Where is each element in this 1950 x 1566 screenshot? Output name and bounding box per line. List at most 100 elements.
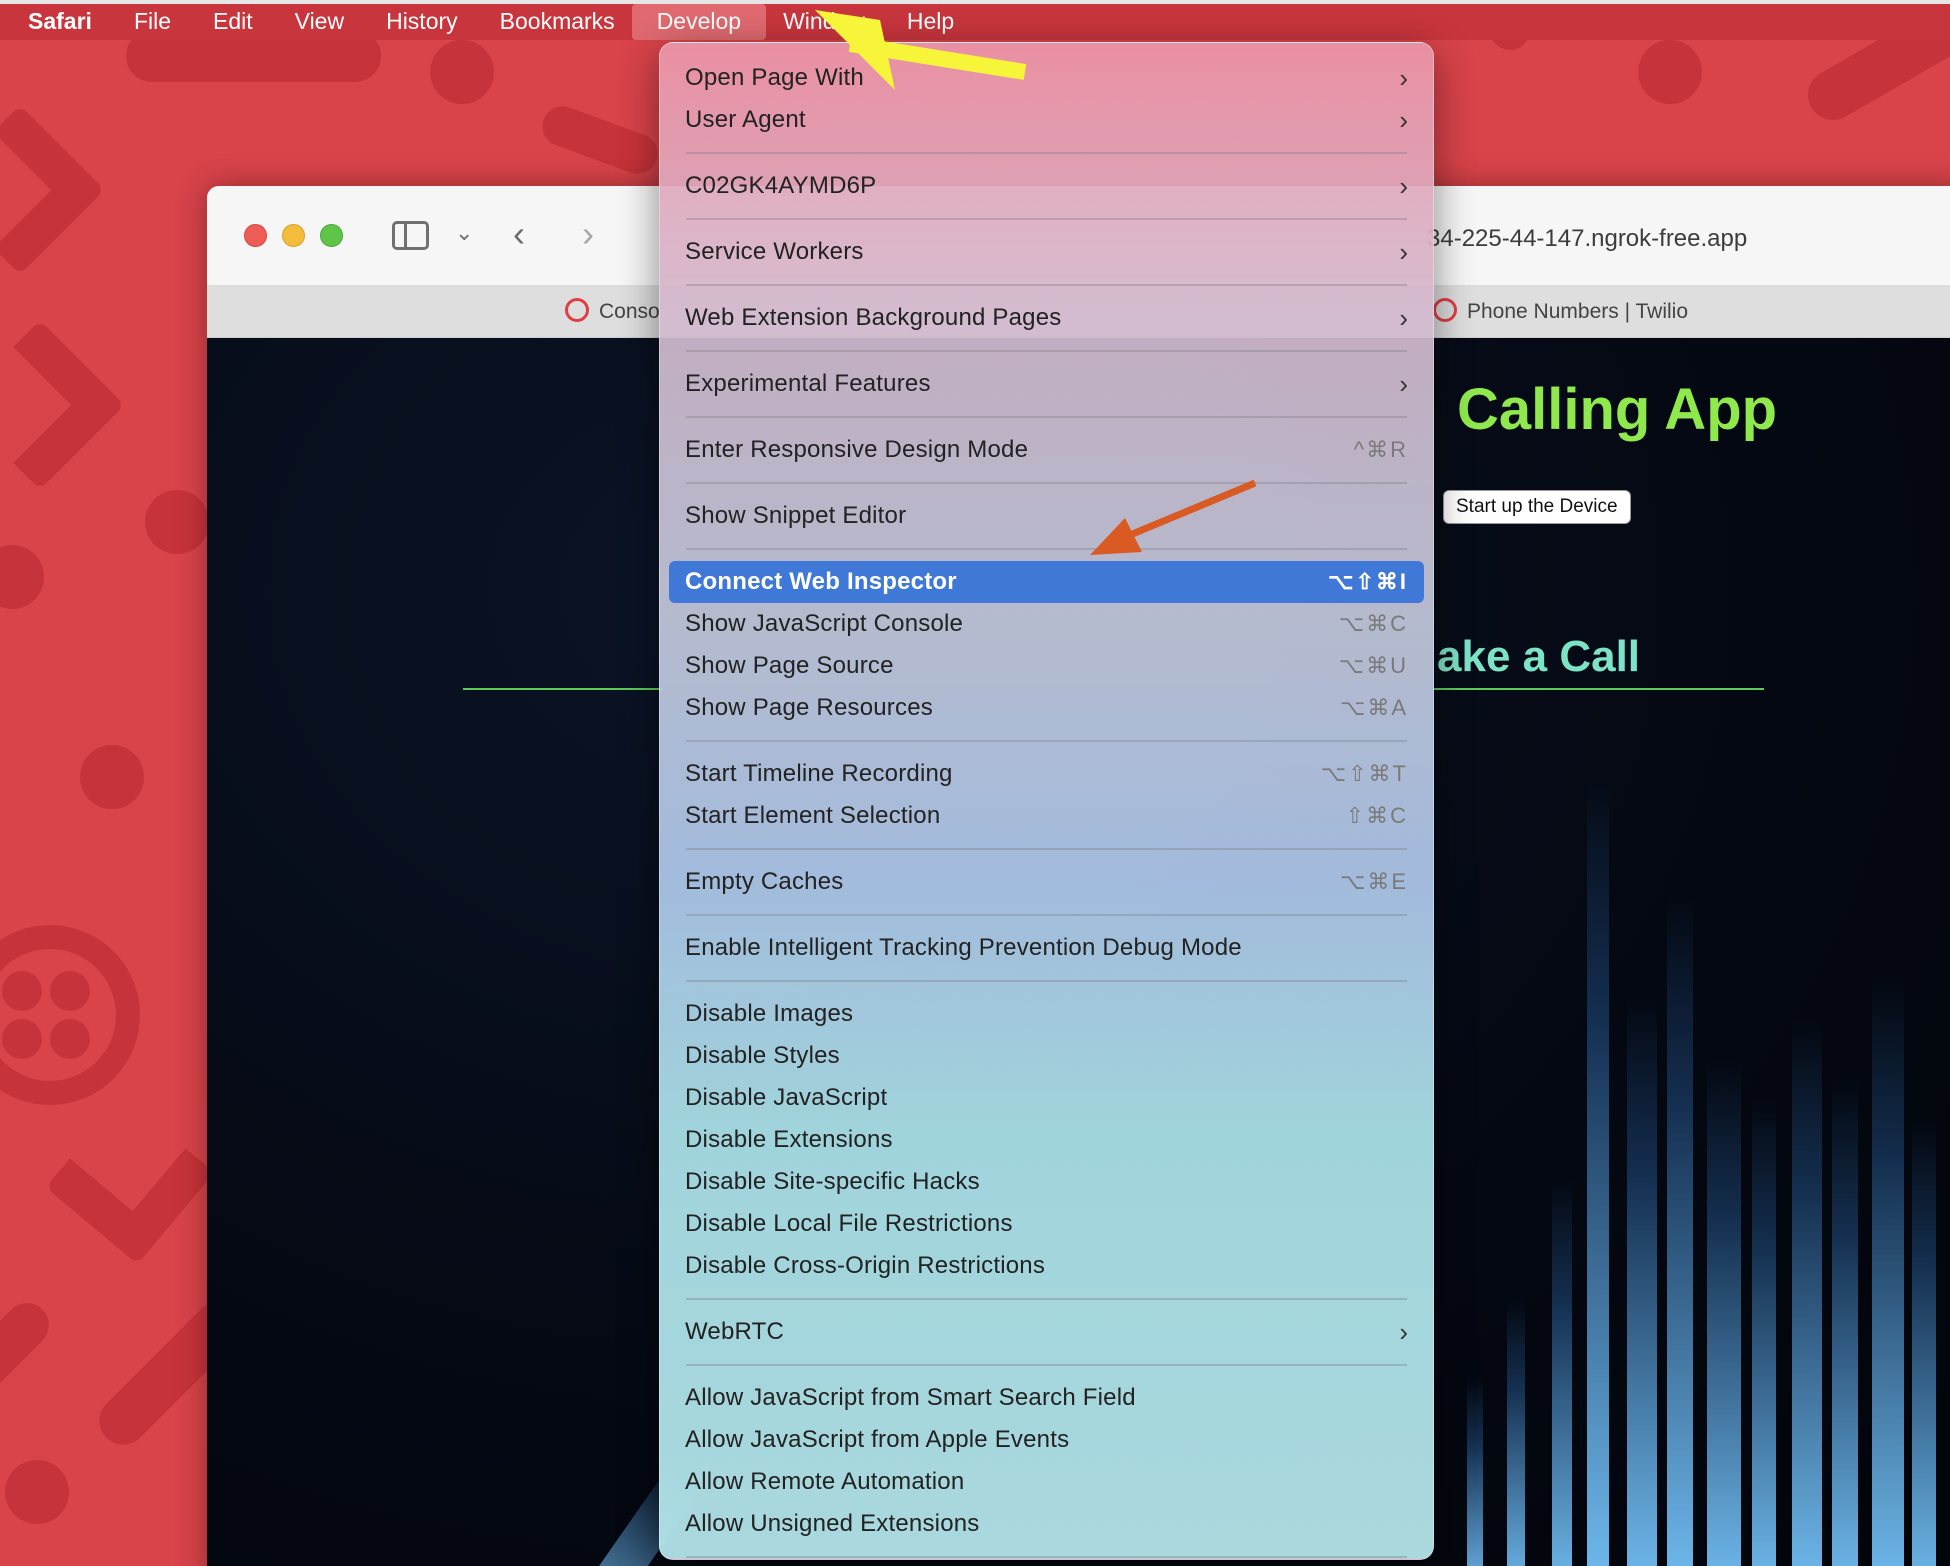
menu-item-label: Open Page With bbox=[685, 64, 864, 91]
menu-history[interactable]: History bbox=[386, 4, 458, 40]
menu-item-open-page-with[interactable]: Open Page With › bbox=[669, 57, 1424, 99]
menu-item-web-extension-background-pages[interactable]: Web Extension Background Pages › bbox=[669, 297, 1424, 339]
menu-item-label: Allow Remote Automation bbox=[685, 1468, 965, 1495]
divider-line bbox=[463, 688, 663, 690]
keyboard-shortcut: ⌥⌘E bbox=[1339, 869, 1408, 894]
menu-item-label: Disable Styles bbox=[685, 1042, 840, 1069]
url-field[interactable]: 34-225-44-147.ngrok-free.app bbox=[1427, 220, 1950, 258]
develop-menu: Open Page With › User Agent › C02GK4AYMD6P › S… bbox=[659, 42, 1434, 1560]
menu-item-show-page-source[interactable]: Show Page Source ⌥⌘U bbox=[669, 645, 1424, 687]
menu-edit[interactable]: Edit bbox=[213, 4, 253, 40]
menu-item-label: Disable JavaScript bbox=[685, 1084, 888, 1111]
menu-item-start-element-selection[interactable]: Start Element Selection ⇧⌘C bbox=[669, 795, 1424, 837]
menu-item-disable-javascript[interactable]: Disable JavaScript bbox=[669, 1077, 1424, 1119]
keyboard-shortcut: ⌥⌘C bbox=[1338, 611, 1408, 636]
menu-item-show-javascript-console[interactable]: Show JavaScript Console ⌥⌘C bbox=[669, 603, 1424, 645]
keyboard-shortcut: ⌥⇧⌘I bbox=[1328, 569, 1408, 594]
menu-item-connect-web-inspector[interactable]: Connect Web Inspector ⌥⇧⌘I bbox=[669, 561, 1424, 603]
menu-separator bbox=[686, 548, 1407, 550]
close-window-button[interactable] bbox=[244, 224, 267, 247]
chevron-right-icon: › bbox=[1399, 1316, 1408, 1347]
menu-item-show-snippet-editor[interactable]: Show Snippet Editor bbox=[669, 495, 1424, 537]
forward-arrow-icon[interactable]: › bbox=[582, 216, 594, 252]
sidebar-toggle-icon[interactable] bbox=[392, 221, 429, 250]
menu-separator bbox=[686, 416, 1407, 418]
menu-item-label: Allow JavaScript from Smart Search Field bbox=[685, 1384, 1136, 1411]
menu-separator bbox=[686, 980, 1407, 982]
minimize-window-button[interactable] bbox=[282, 224, 305, 247]
menu-item-label: Disable Extensions bbox=[685, 1126, 893, 1153]
menu-item-allow-unsigned-extensions[interactable]: Allow Unsigned Extensions bbox=[669, 1503, 1424, 1545]
menu-item-label: Disable Cross-Origin Restrictions bbox=[685, 1252, 1046, 1279]
menu-item-label: Connect Web Inspector bbox=[685, 568, 957, 595]
menu-separator bbox=[686, 848, 1407, 850]
menu-separator bbox=[686, 740, 1407, 742]
menu-item-label: Start Element Selection bbox=[685, 802, 941, 829]
menu-file[interactable]: File bbox=[134, 4, 171, 40]
menu-bar: Safari File Edit View History Bookmarks … bbox=[0, 0, 1950, 40]
menu-item-experimental-features[interactable]: Experimental Features › bbox=[669, 363, 1424, 405]
chevron-down-icon[interactable]: ⌄ bbox=[455, 222, 473, 244]
keyboard-shortcut: ⌥⇧⌘T bbox=[1320, 761, 1408, 786]
zoom-window-button[interactable] bbox=[320, 224, 343, 247]
menu-view[interactable]: View bbox=[295, 4, 344, 40]
menu-item-label: Enter Responsive Design Mode bbox=[685, 436, 1029, 463]
menu-item-c02gk4aymd6p[interactable]: C02GK4AYMD6P › bbox=[669, 165, 1424, 207]
divider-line bbox=[1434, 688, 1764, 690]
menu-item-label: Show Snippet Editor bbox=[685, 502, 907, 529]
start-device-button[interactable]: Start up the Device bbox=[1443, 490, 1631, 524]
chevron-right-icon: › bbox=[1399, 236, 1408, 267]
twilio-icon bbox=[1433, 298, 1457, 323]
menu-item-allow-javascript-from-smart-search-field[interactable]: Allow JavaScript from Smart Search Field bbox=[669, 1377, 1424, 1419]
menu-item-disable-local-file-restrictions[interactable]: Disable Local File Restrictions bbox=[669, 1203, 1424, 1245]
menu-item-empty-caches[interactable]: Empty Caches ⌥⌘E bbox=[669, 861, 1424, 903]
menu-item-allow-remote-automation[interactable]: Allow Remote Automation bbox=[669, 1461, 1424, 1503]
menu-item-label: C02GK4AYMD6P bbox=[685, 172, 877, 199]
menu-item-start-timeline-recording[interactable]: Start Timeline Recording ⌥⇧⌘T bbox=[669, 753, 1424, 795]
menu-help[interactable]: Help bbox=[907, 4, 954, 40]
chevron-right-icon: › bbox=[1399, 62, 1408, 93]
menu-item-disable-images[interactable]: Disable Images bbox=[669, 993, 1424, 1035]
menu-item-label: Disable Site-specific Hacks bbox=[685, 1168, 980, 1195]
menu-item-enable-intelligent-tracking-prevention-debug-mode[interactable]: Enable Intelligent Tracking Prevention D… bbox=[669, 927, 1424, 969]
menu-item-label: WebRTC bbox=[685, 1318, 785, 1345]
chevron-right-icon: › bbox=[1399, 368, 1408, 399]
chevron-right-icon: › bbox=[1399, 104, 1408, 135]
menu-item-allow-javascript-from-apple-events[interactable]: Allow JavaScript from Apple Events bbox=[669, 1419, 1424, 1461]
menu-bookmarks[interactable]: Bookmarks bbox=[500, 4, 615, 40]
menu-safari[interactable]: Safari bbox=[28, 4, 92, 40]
menu-item-webrtc[interactable]: WebRTC › bbox=[669, 1311, 1424, 1353]
menu-item-service-workers[interactable]: Service Workers › bbox=[669, 231, 1424, 273]
menu-item-label: Empty Caches bbox=[685, 868, 844, 895]
menu-item-label: Experimental Features bbox=[685, 370, 931, 397]
menu-item-disable-extensions[interactable]: Disable Extensions bbox=[669, 1119, 1424, 1161]
keyboard-shortcut: ⇧⌘C bbox=[1345, 803, 1408, 828]
menu-item-label: Show Page Resources bbox=[685, 694, 933, 721]
tab-label: Conso bbox=[599, 300, 660, 323]
menu-item-label: Show Page Source bbox=[685, 652, 894, 679]
menu-window[interactable]: Window bbox=[783, 4, 865, 40]
tab-phone-numbers[interactable]: Phone Numbers | Twilio bbox=[1433, 286, 1688, 338]
menu-separator bbox=[686, 914, 1407, 916]
chevron-right-icon: › bbox=[1399, 302, 1408, 333]
menu-separator bbox=[686, 1364, 1407, 1366]
menu-item-disable-cross-origin-restrictions[interactable]: Disable Cross-Origin Restrictions bbox=[669, 1245, 1424, 1287]
chevron-right-icon: › bbox=[1399, 170, 1408, 201]
menu-item-label: Start Timeline Recording bbox=[685, 760, 953, 787]
menu-develop[interactable]: Develop bbox=[631, 4, 767, 40]
menu-item-enter-responsive-design-mode[interactable]: Enter Responsive Design Mode ^⌘R bbox=[669, 429, 1424, 471]
keyboard-shortcut: ⌥⌘U bbox=[1338, 653, 1408, 678]
keyboard-shortcut: ⌥⌘A bbox=[1339, 695, 1408, 720]
menu-separator bbox=[686, 1298, 1407, 1300]
menu-item-show-page-resources[interactable]: Show Page Resources ⌥⌘A bbox=[669, 687, 1424, 729]
menu-item-user-agent[interactable]: User Agent › bbox=[669, 99, 1424, 141]
menu-item-disable-styles[interactable]: Disable Styles bbox=[669, 1035, 1424, 1077]
menu-item-disable-site-specific-hacks[interactable]: Disable Site-specific Hacks bbox=[669, 1161, 1424, 1203]
menu-separator bbox=[686, 1556, 1407, 1558]
tab-label: Phone Numbers | Twilio bbox=[1467, 300, 1689, 323]
tab-console[interactable]: Conso bbox=[565, 286, 660, 338]
menu-separator bbox=[686, 482, 1407, 484]
back-arrow-icon[interactable]: ‹ bbox=[513, 216, 525, 252]
keyboard-shortcut: ^⌘R bbox=[1353, 437, 1408, 462]
menu-item-label: Allow Unsigned Extensions bbox=[685, 1510, 980, 1537]
